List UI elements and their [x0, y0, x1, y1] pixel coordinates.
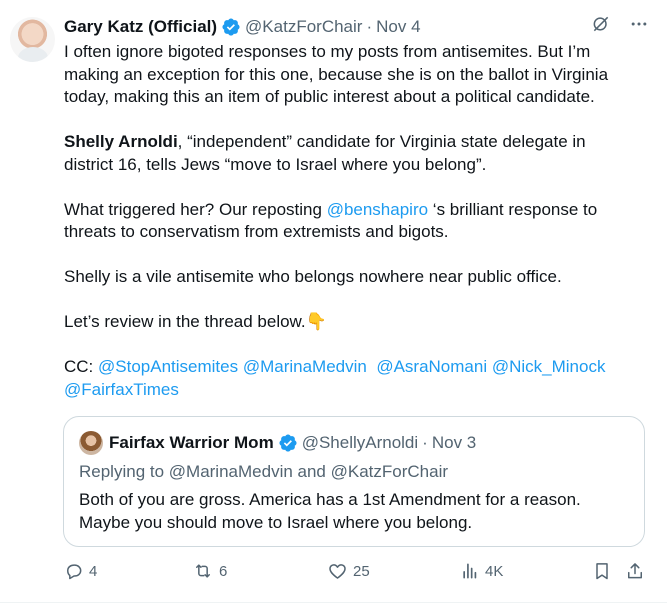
repost-button[interactable]: 6	[192, 561, 227, 581]
share-icon	[628, 563, 642, 579]
header-actions	[591, 14, 649, 34]
views-icon	[463, 563, 477, 579]
quoted-tweet-header: Fairfax Warrior Mom @ShellyArnoldi · Nov…	[79, 431, 634, 455]
quoted-tweet-date: Nov 3	[431, 433, 477, 452]
mention-link[interactable]: @FairfaxTimes	[64, 380, 179, 399]
more-icon[interactable]	[629, 14, 649, 34]
tweet-paragraph-3-pre: What triggered her? Our reposting	[64, 199, 327, 219]
mention-link[interactable]: @benshapiro	[327, 200, 428, 219]
separator: ·	[366, 17, 373, 36]
tweet-date[interactable]: Nov 4	[376, 16, 420, 38]
replying-to: Replying to @MarinaMedvin and @KatzForCh…	[79, 462, 449, 481]
quoted-tweet-text: Both of you are gross. America has a 1st…	[79, 490, 581, 532]
tweet-paragraph-5: Let’s review in the thread below.👇	[64, 312, 327, 331]
like-button[interactable]: 25	[327, 561, 370, 581]
quoted-author-handle: @ShellyArnoldi	[301, 433, 419, 452]
bookmark-button[interactable]	[592, 561, 612, 581]
tweet-paragraph-2: Shelly Arnoldi, “independent” candidate …	[64, 131, 634, 176]
quoted-author-name: Fairfax Warrior Mom	[109, 433, 274, 452]
share-button[interactable]	[625, 561, 645, 581]
author-avatar[interactable]	[10, 17, 55, 62]
tweet-paragraph-4: Shelly is a vile antisemite who belongs …	[64, 267, 562, 286]
verified-badge-icon	[222, 18, 240, 36]
mention-link[interactable]: @MarinaMedvin	[243, 357, 367, 376]
like-count: 25	[353, 562, 370, 580]
verified-badge-icon	[279, 434, 297, 452]
repost-icon	[196, 564, 210, 578]
action-bar: 4 6 25 4K	[64, 561, 649, 585]
cc-line: CC: @StopAntisemites @MarinaMedvin @Asra…	[64, 356, 634, 401]
tweet-paragraph-3: What triggered her? Our reposting @bensh…	[64, 199, 634, 244]
quoted-tweet[interactable]: Fairfax Warrior Mom @ShellyArnoldi · Nov…	[63, 416, 645, 547]
grok-icon[interactable]	[591, 14, 611, 34]
reply-button[interactable]: 4	[64, 561, 97, 581]
reply-count: 4	[89, 562, 98, 580]
repost-count: 6	[219, 562, 228, 580]
tweet-text: I often ignore bigoted responses to my p…	[64, 41, 634, 401]
author-handle[interactable]: @KatzForChair	[245, 16, 362, 38]
mention-link[interactable]: @AsraNomani	[376, 357, 487, 376]
bookmark-icon	[596, 563, 608, 580]
like-icon	[329, 564, 346, 579]
mention-link[interactable]: @Nick_Minock	[492, 357, 606, 376]
views-button[interactable]: 4K	[460, 561, 503, 581]
quoted-author-avatar	[79, 431, 103, 455]
separator: ·	[422, 433, 428, 452]
reply-icon	[67, 564, 82, 580]
views-count: 4K	[485, 562, 504, 580]
author-name[interactable]: Gary Katz (Official)	[64, 16, 217, 38]
candidate-name: Shelly Arnoldi	[64, 132, 178, 151]
tweet-header: Gary Katz (Official) @KatzForChair · Nov…	[64, 16, 657, 38]
cc-label: CC:	[64, 357, 98, 376]
tweet: Gary Katz (Official) @KatzForChair · Nov…	[0, 0, 667, 603]
tweet-paragraph-1: I often ignore bigoted responses to my p…	[64, 42, 609, 106]
mention-link[interactable]: @StopAntisemites	[98, 357, 238, 376]
